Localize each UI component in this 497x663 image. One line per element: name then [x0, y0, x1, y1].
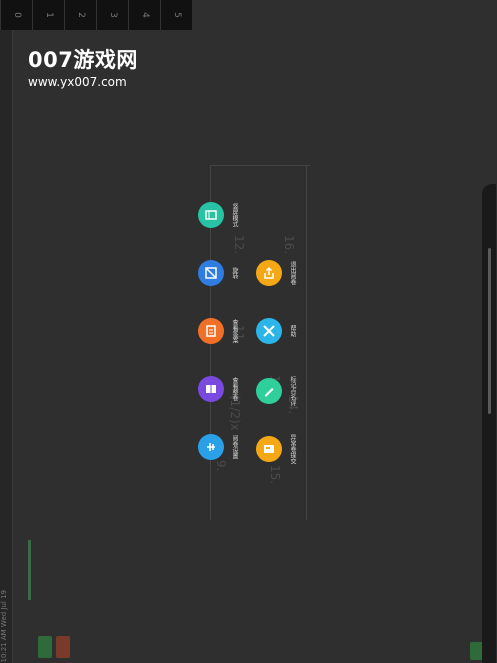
confirm-button[interactable]	[38, 636, 52, 658]
tab-label: 5	[171, 12, 182, 18]
menu-mark[interactable]: 标记点名评	[256, 376, 297, 406]
menu-label: 帮助	[289, 325, 296, 337]
tab-label: 3	[107, 12, 118, 18]
full-paper-icon	[198, 376, 224, 402]
score-tab-1[interactable]: 1	[32, 0, 64, 30]
tab-label: 1	[43, 12, 54, 18]
watermark-url: www.yx007.com	[28, 75, 127, 89]
menu-label: 标记点名评	[289, 376, 296, 406]
score-tab-0[interactable]: 0	[0, 0, 32, 30]
menu-full-paper[interactable]: 查看整卷	[198, 376, 239, 402]
menu-view-answer[interactable]: 查看答案	[198, 318, 239, 344]
menu-rotate[interactable]: 旋转	[198, 260, 239, 286]
menu-exit[interactable]: 退出阅卷	[256, 260, 297, 286]
status-strip: 10:21 AM Wed Jul 19	[0, 30, 13, 663]
screen-mode-icon	[198, 202, 224, 228]
status-time: 10:21 AM Wed Jul 19	[0, 590, 8, 663]
menu-label: 退出阅卷	[289, 261, 296, 285]
menu-label: 竖屏模式	[231, 203, 238, 227]
help-icon	[256, 318, 282, 344]
question-number: 12.	[232, 235, 246, 255]
menu-submit-abnormal[interactable]: 异常卷提交	[256, 434, 297, 464]
submit-icon	[256, 436, 282, 462]
answer-icon	[198, 318, 224, 344]
menu-help[interactable]: 帮助	[256, 318, 297, 344]
watermark-logo: 007游戏网 www.yx007.com	[28, 44, 138, 89]
sheet-border	[306, 165, 307, 520]
cancel-button[interactable]	[56, 636, 70, 658]
scrollbar[interactable]	[488, 248, 491, 414]
score-tab-5[interactable]: 5	[160, 0, 192, 30]
menu-settings[interactable]: 阅卷设置	[198, 434, 239, 460]
question-number: 9.	[214, 460, 228, 472]
rotate-icon	[198, 260, 224, 286]
menu-label: 异常卷提交	[289, 434, 296, 464]
question-number: 16.	[282, 235, 296, 255]
question-number: 15.	[268, 465, 282, 485]
mark-icon	[256, 378, 282, 404]
sheet-border	[210, 165, 310, 166]
tab-label: 4	[139, 12, 150, 18]
menu-label: 查看整卷	[231, 377, 238, 401]
menu-label: 查看答案	[231, 319, 238, 343]
tab-label: 2	[75, 12, 86, 18]
exit-icon	[256, 260, 282, 286]
menu-label: 阅卷设置	[231, 435, 238, 459]
tab-label: 0	[11, 12, 22, 18]
menu-label: 旋转	[231, 267, 238, 279]
watermark-title: 007游戏网	[28, 48, 138, 72]
score-tab-2[interactable]: 2	[64, 0, 96, 30]
score-tab-3[interactable]: 3	[96, 0, 128, 30]
score-tab-4[interactable]: 4	[128, 0, 160, 30]
settings-icon	[198, 434, 224, 460]
score-tab-bar: 0 1 2 3 4 5	[0, 0, 192, 30]
progress-indicator	[28, 540, 31, 600]
menu-screen-mode[interactable]: 竖屏模式	[198, 202, 239, 228]
